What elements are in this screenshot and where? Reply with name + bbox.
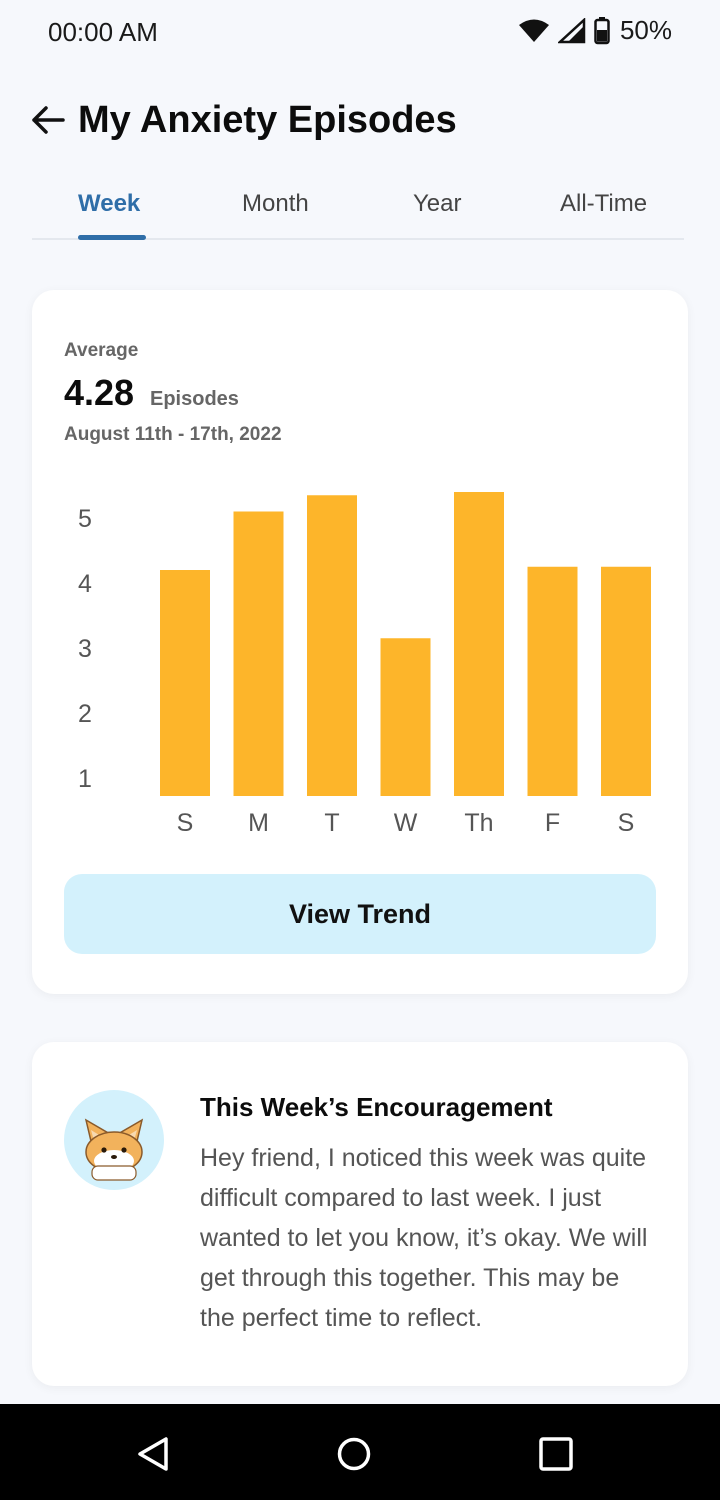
x-tick-label: F bbox=[545, 809, 560, 837]
x-tick-label: S bbox=[177, 809, 194, 837]
date-range: August 11th - 17th, 2022 bbox=[64, 424, 282, 445]
wifi-icon bbox=[518, 18, 550, 44]
status-bar: 00:00 AM 50% bbox=[0, 0, 720, 66]
x-tick-label: Th bbox=[464, 809, 493, 837]
battery-percentage: 50% bbox=[619, 15, 672, 45]
y-tick-label: 1 bbox=[78, 765, 92, 793]
arrow-left-icon bbox=[32, 106, 65, 134]
status-icons: 50% bbox=[518, 15, 672, 46]
view-trend-button[interactable]: View Trend bbox=[64, 874, 656, 954]
y-tick-label: 2 bbox=[78, 700, 92, 728]
chart-bar[interactable] bbox=[307, 495, 357, 796]
weekly-stats-card: Average 4.28 Episodes August 11th - 17th… bbox=[32, 290, 688, 994]
page-header: My Anxiety Episodes bbox=[30, 92, 690, 148]
y-tick-label: 4 bbox=[78, 570, 92, 598]
home-circle-icon[interactable] bbox=[334, 1434, 374, 1474]
chart-bar[interactable] bbox=[527, 566, 578, 796]
chart-bar[interactable] bbox=[454, 492, 504, 796]
episodes-bar-chart: 1 2 3 4 5 S M T W Th F S bbox=[78, 492, 651, 837]
x-tick-label: W bbox=[394, 809, 418, 837]
chart-bar[interactable] bbox=[233, 511, 284, 797]
x-tick-label: M bbox=[248, 809, 269, 837]
battery-icon bbox=[594, 16, 610, 45]
tab-year[interactable]: Year bbox=[413, 190, 462, 218]
average-unit: Episodes bbox=[150, 388, 239, 410]
tab-week[interactable]: Week bbox=[78, 190, 140, 218]
chart-bar[interactable] bbox=[380, 638, 431, 796]
y-tick-label: 3 bbox=[78, 635, 92, 663]
encouragement-title: This Week’s Encouragement bbox=[200, 1092, 553, 1122]
signal-icon bbox=[557, 17, 586, 44]
system-nav-bar bbox=[0, 1404, 720, 1500]
back-triangle-icon[interactable] bbox=[134, 1434, 174, 1474]
average-value: 4.28 bbox=[64, 372, 135, 413]
back-button[interactable] bbox=[30, 102, 66, 138]
active-tab-indicator bbox=[78, 235, 146, 240]
chart-bar[interactable] bbox=[160, 570, 210, 796]
page-title: My Anxiety Episodes bbox=[78, 98, 457, 141]
x-tick-label: S bbox=[618, 809, 635, 837]
encouragement-card: This Week’s Encouragement Hey friend, I … bbox=[32, 1042, 688, 1386]
recents-square-icon[interactable] bbox=[536, 1434, 576, 1474]
fox-avatar-icon bbox=[64, 1090, 164, 1190]
tab-all-time[interactable]: All-Time bbox=[560, 190, 647, 218]
chart-bar[interactable] bbox=[601, 566, 651, 796]
average-label: Average bbox=[64, 340, 139, 361]
status-time: 00:00 AM bbox=[48, 17, 158, 47]
x-tick-label: T bbox=[324, 809, 339, 837]
encouragement-message: Hey friend, I noticed this week was quit… bbox=[200, 1144, 648, 1332]
period-tabs: Week Month Year All-Time bbox=[32, 182, 684, 240]
y-tick-label: 5 bbox=[78, 505, 92, 533]
tab-month[interactable]: Month bbox=[242, 190, 309, 218]
